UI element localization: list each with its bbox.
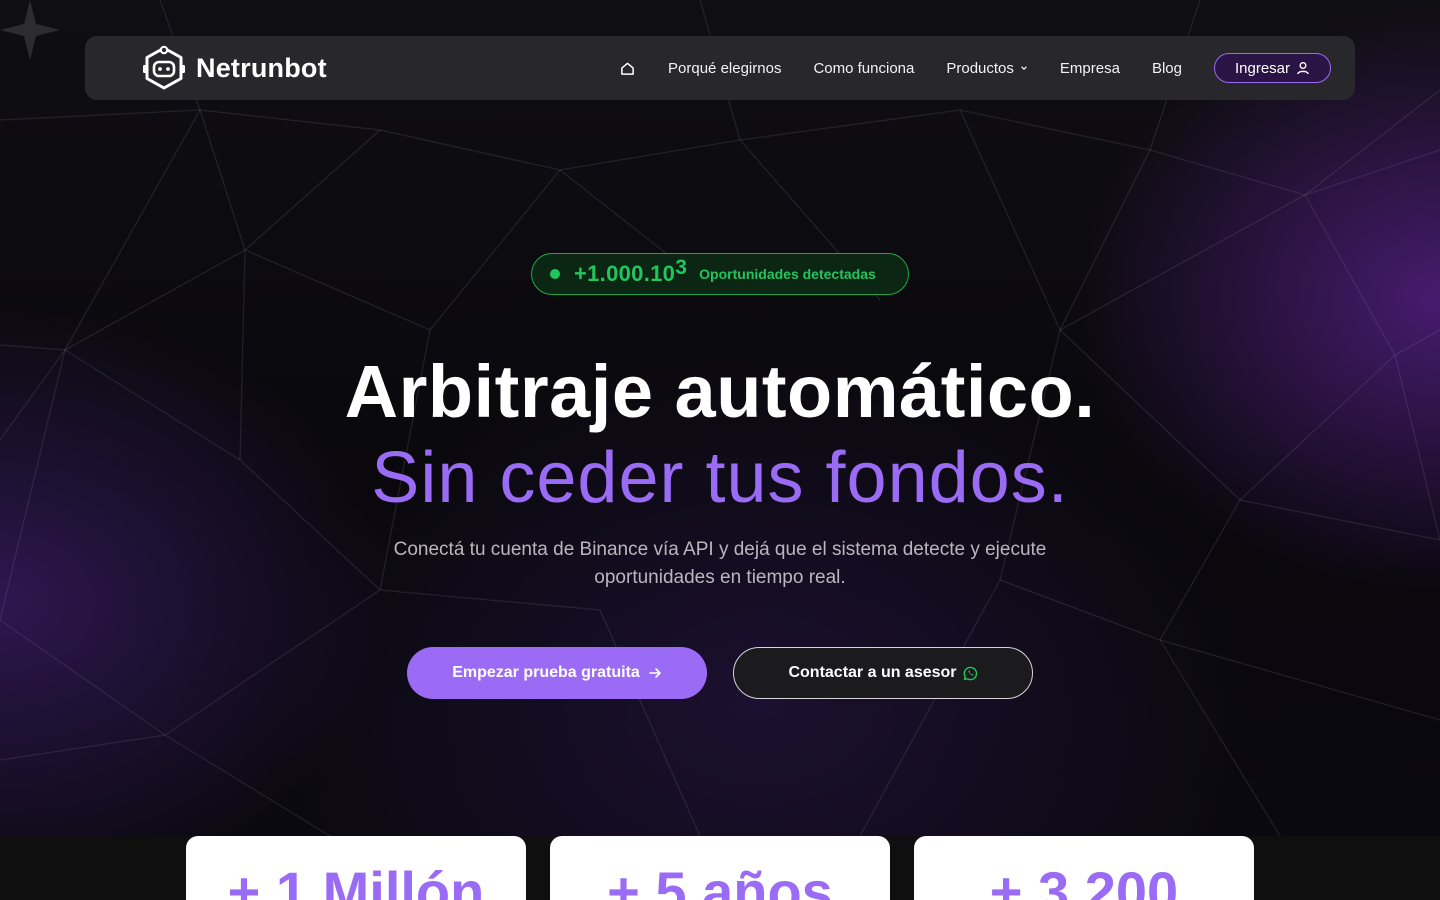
hero-subtitle: Conectá tu cuenta de Binance vía API y d… <box>393 539 1047 588</box>
stat-card-volume: + 1 Millón <box>186 836 526 900</box>
hero-title-accent: Sin ceder tus fondos. <box>371 438 1069 518</box>
chevron-down-icon <box>1021 66 1027 71</box>
stat-card-users: + 3.200 <box>914 836 1254 900</box>
login-label: Ingresar <box>1234 59 1290 77</box>
live-dot-icon <box>550 269 560 279</box>
nav-link-como-funciona[interactable]: Como funciona <box>813 60 914 77</box>
stat-value: + 1 Millón <box>227 860 485 900</box>
stat-card-years: + 5 años <box>550 836 890 900</box>
home-icon <box>620 62 634 75</box>
brand-logo[interactable]: Netrunbot <box>142 45 327 91</box>
whatsapp-icon <box>963 666 977 680</box>
login-button[interactable]: Ingresar <box>1213 53 1331 83</box>
sparkle-icon <box>0 0 60 60</box>
hero-title: Arbitraje automático. <box>344 350 1096 433</box>
nav-link-empresa[interactable]: Empresa <box>1060 60 1120 77</box>
stat-value: + 5 años <box>607 860 833 900</box>
brand-name: Netrunbot <box>196 52 327 83</box>
user-icon <box>1297 62 1309 75</box>
stat-value: + 3.200 <box>989 860 1179 900</box>
opportunities-count-value: +1.000.10 <box>574 261 676 286</box>
opportunities-label: Oportunidades detectadas <box>699 266 876 282</box>
nav-link-productos[interactable]: Productos <box>946 60 1028 77</box>
nav-link-porque[interactable]: Porqué elegirnos <box>668 60 781 77</box>
contact-advisor-label: Contactar a un asesor <box>788 664 957 681</box>
arrow-right-icon <box>648 668 661 678</box>
robot-logo-icon <box>143 45 185 90</box>
start-trial-label: Empezar prueba gratuita <box>452 664 640 681</box>
contact-advisor-button[interactable]: Contactar a un asesor <box>733 647 1033 699</box>
opportunities-count: +1.000.103 <box>574 256 687 287</box>
nav-link-productos-label: Productos <box>946 59 1014 77</box>
start-trial-button[interactable]: Empezar prueba gratuita <box>407 647 707 699</box>
opportunities-badge: +1.000.103 Oportunidades detectadas <box>531 253 909 295</box>
opportunities-count-sup: 3 <box>675 256 688 279</box>
nav-link-blog[interactable]: Blog <box>1152 60 1182 77</box>
top-navigation: Netrunbot Porqué elegirnos Como funciona… <box>85 36 1355 100</box>
nav-links: Porqué elegirnos Como funciona Productos… <box>618 36 1331 100</box>
nav-home-link[interactable] <box>618 59 636 77</box>
